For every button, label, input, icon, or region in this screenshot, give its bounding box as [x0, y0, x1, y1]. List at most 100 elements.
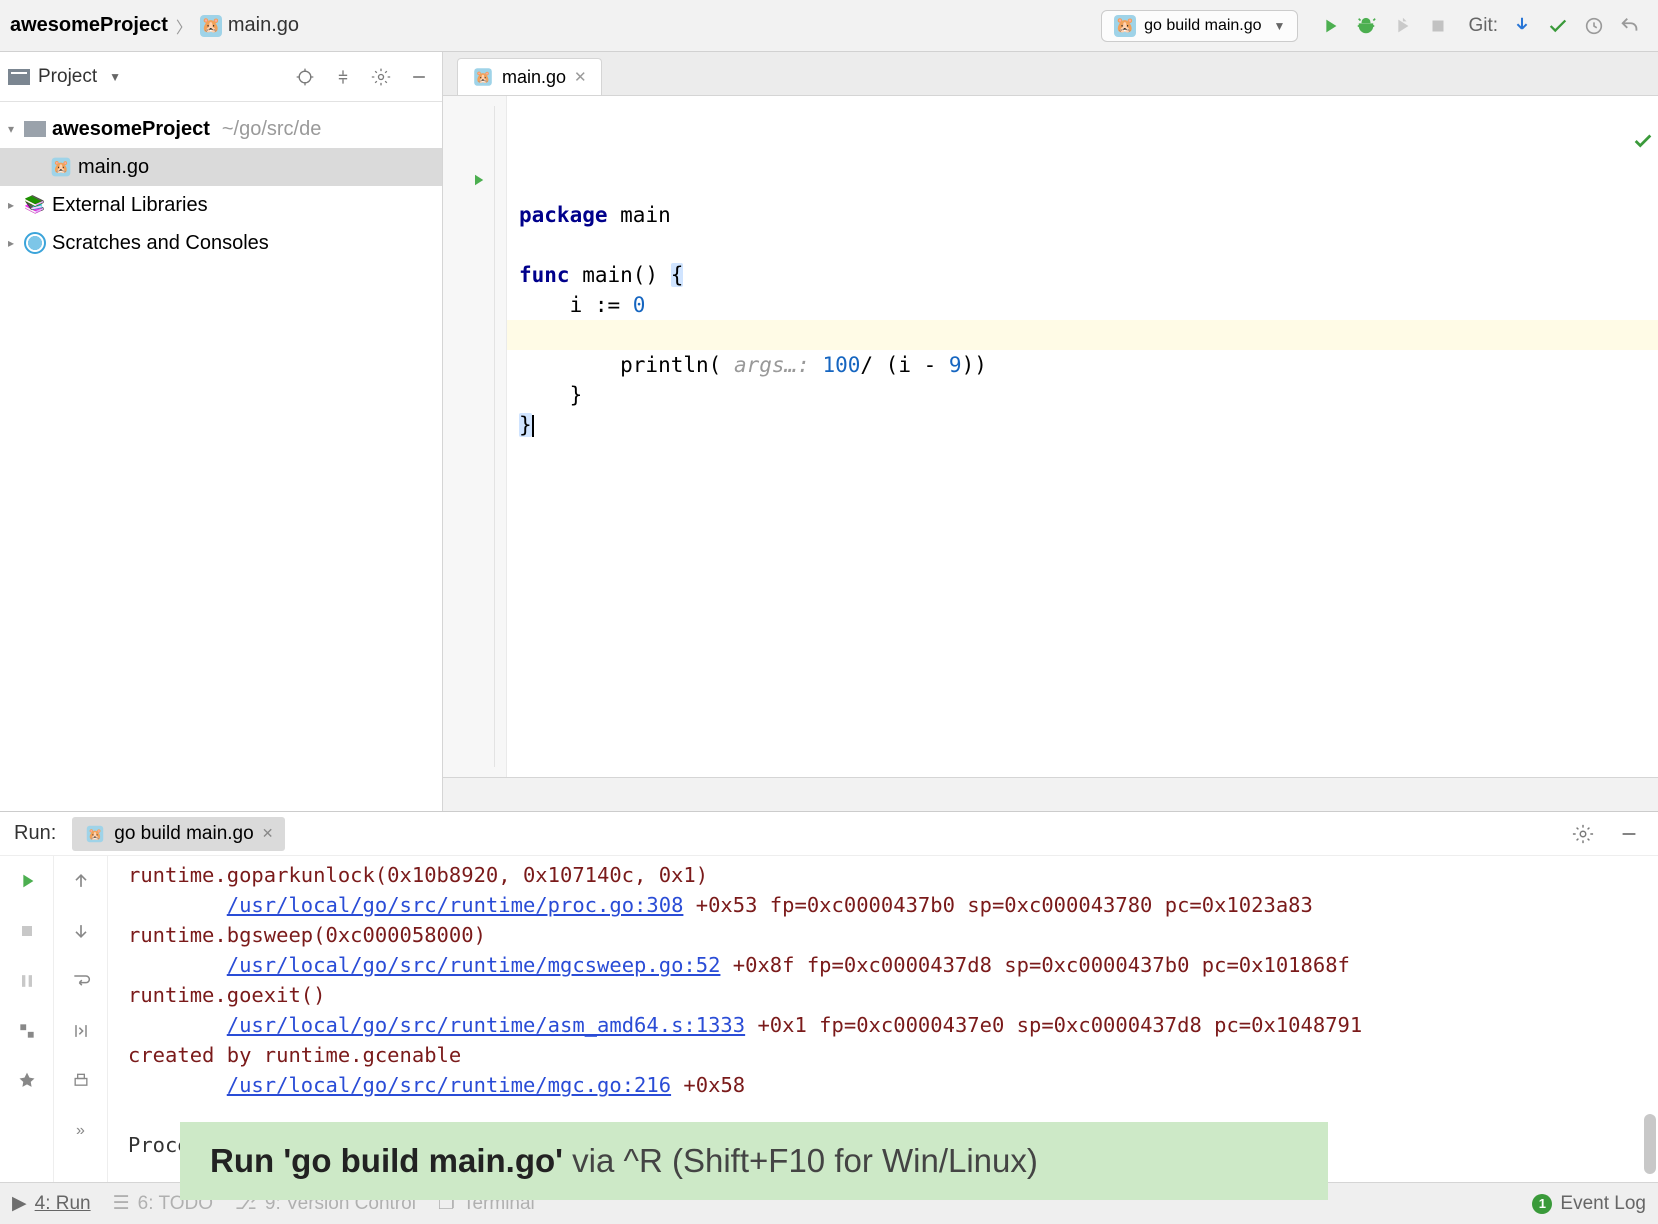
- tree-scratches[interactable]: Scratches and Consoles: [0, 224, 442, 262]
- expand-all-icon[interactable]: [328, 62, 358, 92]
- tree-scratches-label: Scratches and Consoles: [52, 232, 269, 255]
- gear-icon[interactable]: [366, 62, 396, 92]
- editor-tabbar: main.go ✕: [443, 52, 1658, 96]
- hide-icon[interactable]: [1614, 819, 1644, 849]
- close-icon[interactable]: ✕: [574, 68, 587, 86]
- run-button[interactable]: [1312, 8, 1348, 44]
- debug-button[interactable]: [1348, 8, 1384, 44]
- locate-icon[interactable]: [290, 62, 320, 92]
- editor-body[interactable]: package main func main() { i := 0 for ; …: [443, 96, 1658, 777]
- caret-right-icon[interactable]: [4, 198, 18, 212]
- project-tree: awesomeProject ~/go/src/de main.go Exter…: [0, 102, 442, 270]
- console-line: runtime.goexit(): [128, 980, 1658, 1010]
- hint-banner-bold: Run 'go build main.go': [210, 1142, 563, 1179]
- editor-gutter: [443, 96, 507, 777]
- hint-banner: Run 'go build main.go' via ^R (Shift+F10…: [180, 1122, 1328, 1200]
- go-file-icon: [1114, 15, 1136, 37]
- breadcrumb-file[interactable]: main.go: [200, 14, 299, 37]
- go-file-icon: [200, 15, 222, 37]
- git-commit-button[interactable]: [1540, 8, 1576, 44]
- chevron-right-icon: 〉: [176, 14, 192, 38]
- breadcrumb-project[interactable]: awesomeProject: [10, 14, 168, 37]
- scrollbar-thumb[interactable]: [1644, 1114, 1656, 1174]
- run-tab-label: go build main.go: [114, 823, 253, 845]
- run-config-label: go build main.go: [1144, 17, 1261, 35]
- undo-button[interactable]: [1612, 8, 1648, 44]
- statusbar-event-log[interactable]: 1 Event Log: [1532, 1193, 1646, 1215]
- tree-external-libs-label: External Libraries: [52, 194, 208, 217]
- project-sidebar: Project ▼ awesomeProject ~/go/src/de: [0, 52, 443, 811]
- stop-button[interactable]: [1420, 8, 1456, 44]
- chevron-down-icon[interactable]: ▼: [109, 70, 121, 84]
- go-file-icon: [474, 68, 492, 86]
- event-count-badge: 1: [1532, 1194, 1552, 1214]
- stack-link[interactable]: /usr/local/go/src/runtime/asm_amd64.s:13…: [227, 1013, 745, 1037]
- project-view-header: Project ▼: [0, 52, 442, 102]
- navbar: awesomeProject 〉 main.go go build main.g…: [0, 0, 1658, 52]
- run-tab[interactable]: go build main.go ✕: [72, 817, 285, 851]
- git-label: Git:: [1468, 15, 1498, 37]
- project-view-title[interactable]: Project: [38, 66, 97, 88]
- pause-button[interactable]: [12, 966, 42, 996]
- breadcrumb-file-label: main.go: [228, 14, 299, 37]
- up-button[interactable]: [66, 866, 96, 896]
- breadcrumb: awesomeProject 〉 main.go: [10, 14, 299, 38]
- stack-link[interactable]: /usr/local/go/src/runtime/mgcsweep.go:52: [227, 953, 721, 977]
- run-controls-col1: [0, 856, 54, 1182]
- inspection-ok-icon: [1506, 100, 1654, 190]
- go-file-icon: [87, 825, 104, 842]
- history-button[interactable]: [1576, 8, 1612, 44]
- rerun-button[interactable]: [12, 866, 42, 896]
- git-pull-button[interactable]: [1504, 8, 1540, 44]
- tree-file[interactable]: main.go: [0, 148, 442, 186]
- editor: main.go ✕ package main func main() { i :…: [443, 52, 1658, 811]
- chevron-down-icon: ▼: [1274, 19, 1286, 33]
- close-icon[interactable]: ✕: [262, 825, 274, 842]
- gutter-run-icon[interactable]: [469, 171, 487, 194]
- print-button[interactable]: [66, 1066, 96, 1096]
- caret-right-icon[interactable]: [4, 236, 18, 250]
- tree-external-libs[interactable]: External Libraries: [0, 186, 442, 224]
- stop-button[interactable]: [12, 916, 42, 946]
- tree-root-name: awesomeProject: [52, 118, 210, 141]
- library-icon: [24, 196, 46, 214]
- run-title: Run:: [14, 822, 56, 845]
- console-line: /usr/local/go/src/runtime/asm_amd64.s:13…: [128, 1010, 1658, 1040]
- coverage-button[interactable]: [1384, 8, 1420, 44]
- hint-banner-rest: via ^R (Shift+F10 for Win/Linux): [563, 1142, 1038, 1179]
- tree-root-path: ~/go/src/de: [222, 118, 322, 141]
- run-controls-col2: »: [54, 856, 108, 1182]
- run-header: Run: go build main.go ✕: [0, 812, 1658, 856]
- statusbar-run[interactable]: ▶ 4: Run: [12, 1192, 91, 1215]
- console-line: created by runtime.gcenable: [128, 1040, 1658, 1070]
- pin-button[interactable]: [12, 1066, 42, 1096]
- console-line: /usr/local/go/src/runtime/proc.go:308 +0…: [128, 890, 1658, 920]
- code-area[interactable]: package main func main() { i := 0 for ; …: [507, 96, 1658, 777]
- console-line: /usr/local/go/src/runtime/mgc.go:216 +0x…: [128, 1070, 1658, 1100]
- scroll-to-end-button[interactable]: [66, 1016, 96, 1046]
- gear-icon[interactable]: [1568, 819, 1598, 849]
- go-file-icon: [52, 158, 71, 177]
- console-line: runtime.goparkunlock(0x10b8920, 0x107140…: [128, 860, 1658, 890]
- stack-link[interactable]: /usr/local/go/src/runtime/mgc.go:216: [227, 1073, 671, 1097]
- tree-file-label: main.go: [78, 156, 149, 179]
- softwrap-button[interactable]: [66, 966, 96, 996]
- layout-button[interactable]: [12, 1016, 42, 1046]
- editor-tab[interactable]: main.go ✕: [457, 58, 602, 95]
- caret-down-icon[interactable]: [4, 122, 18, 136]
- scratches-icon: [24, 232, 46, 254]
- editor-tab-label: main.go: [502, 67, 566, 88]
- play-icon: ▶: [12, 1192, 27, 1215]
- more-button[interactable]: »: [66, 1116, 96, 1146]
- text-cursor: [532, 415, 534, 437]
- console-line: /usr/local/go/src/runtime/mgcsweep.go:52…: [128, 950, 1658, 980]
- stack-link[interactable]: /usr/local/go/src/runtime/proc.go:308: [227, 893, 684, 917]
- down-button[interactable]: [66, 916, 96, 946]
- main-content: Project ▼ awesomeProject ~/go/src/de: [0, 52, 1658, 812]
- project-icon: [8, 69, 30, 85]
- hide-icon[interactable]: [404, 62, 434, 92]
- folder-icon: [24, 121, 46, 137]
- tree-root[interactable]: awesomeProject ~/go/src/de: [0, 110, 442, 148]
- run-config-dropdown[interactable]: go build main.go ▼: [1101, 10, 1298, 42]
- console-line: runtime.bgsweep(0xc000058000): [128, 920, 1658, 950]
